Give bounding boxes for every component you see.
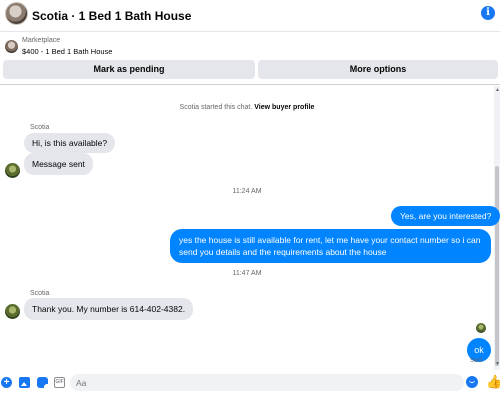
chat-scrollbar[interactable] [494, 86, 500, 370]
incoming-message[interactable]: Hi, is this available? [24, 133, 116, 153]
photo-icon[interactable] [19, 377, 30, 388]
listing-thumbnail[interactable] [5, 40, 18, 53]
sender-name: Scotia [30, 290, 50, 297]
outgoing-message[interactable]: Yes, are you interested? [391, 206, 500, 226]
incoming-message[interactable]: Thank you. My number is 614-402-4382. [24, 298, 194, 320]
message-status: Sent [470, 358, 483, 364]
gif-icon[interactable]: GIF [54, 377, 65, 388]
seen-receipt-avatar [476, 323, 486, 333]
sender-avatar[interactable] [5, 304, 20, 319]
emoji-icon[interactable] [466, 376, 478, 388]
mark-as-pending-button[interactable]: Mark as pending [3, 60, 255, 79]
conversation-title[interactable]: Scotia · 1 Bed 1 Bath House [32, 9, 191, 23]
scroll-down-arrow-icon[interactable]: ▼ [495, 361, 500, 367]
conversation-header: Scotia · 1 Bed 1 Bath House i [0, 0, 500, 32]
info-icon[interactable]: i [481, 6, 495, 20]
sticker-icon[interactable] [37, 377, 48, 388]
header-divider [0, 84, 500, 85]
like-thumb-icon[interactable]: 👍 [486, 374, 500, 390]
chat-started-text: Scotia started this chat. [179, 104, 253, 111]
timestamp: 11:47 AM [232, 270, 262, 277]
incoming-message[interactable]: Message sent [24, 153, 93, 175]
listing-source: Marketplace [22, 37, 61, 44]
chat-started-notice: Scotia started this chat. View buyer pro… [0, 104, 494, 111]
more-options-button[interactable]: More options [258, 60, 498, 79]
outgoing-message[interactable]: yes the house is still available for ren… [170, 229, 491, 263]
view-buyer-profile-link[interactable]: View buyer profile [254, 104, 314, 111]
message-composer: + GIF 👍 [0, 370, 500, 394]
sender-avatar[interactable] [5, 163, 20, 178]
listing-summary[interactable]: $400 - 1 Bed 1 Bath House [22, 47, 112, 56]
timestamp: 11:24 AM [232, 188, 262, 195]
sender-name: Scotia [30, 124, 50, 131]
scrollbar-thumb[interactable] [495, 166, 499, 366]
plus-icon[interactable]: + [1, 377, 12, 388]
contact-avatar[interactable] [5, 2, 28, 25]
message-input[interactable] [70, 374, 464, 391]
scroll-up-arrow-icon[interactable]: ▲ [495, 87, 500, 93]
